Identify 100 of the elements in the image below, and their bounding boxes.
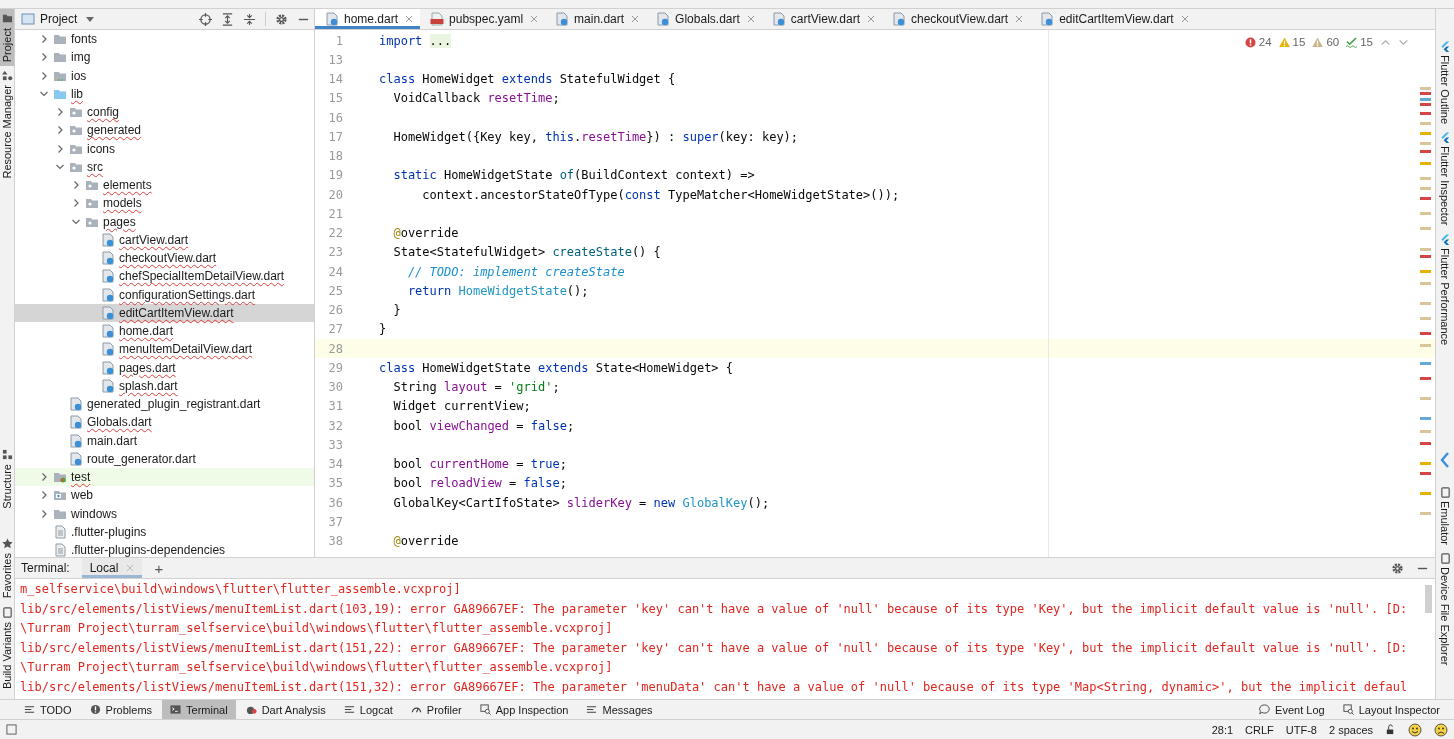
tool-window-button[interactable]: Build Variants bbox=[0, 602, 14, 693]
dart-file-icon bbox=[69, 415, 83, 430]
tree-item[interactable]: test bbox=[15, 468, 314, 487]
tree-item[interactable]: splash.dart bbox=[15, 376, 314, 395]
tool-window-button[interactable]: Resource Manager bbox=[0, 66, 14, 183]
close-icon[interactable] bbox=[746, 15, 755, 23]
frown-icon[interactable] bbox=[1434, 722, 1448, 737]
project-view-selector[interactable]: Project bbox=[21, 12, 95, 26]
close-icon[interactable] bbox=[405, 15, 414, 23]
tree-item[interactable]: .flutter-plugins bbox=[15, 522, 314, 541]
tool-window-tab[interactable]: App Inspection bbox=[471, 700, 577, 719]
settings-icon[interactable] bbox=[1391, 561, 1404, 575]
tool-window-button[interactable]: Emulator bbox=[1439, 482, 1451, 549]
editor-tab[interactable]: pubspec.yaml bbox=[420, 9, 546, 29]
tool-window-button[interactable]: Flutter Inspector bbox=[1439, 128, 1451, 230]
chevron-right-icon[interactable] bbox=[39, 490, 49, 501]
tree-item[interactable]: cartView.dart bbox=[15, 230, 314, 249]
chevron-right-icon[interactable] bbox=[71, 180, 81, 191]
close-icon[interactable] bbox=[866, 15, 875, 23]
tree-item[interactable]: home.dart bbox=[15, 322, 314, 341]
caret-icon[interactable] bbox=[86, 16, 95, 22]
locate-icon[interactable] bbox=[199, 12, 212, 26]
chevron-right-icon[interactable] bbox=[39, 52, 49, 63]
collapse-all-icon[interactable] bbox=[243, 12, 256, 26]
typo-icon bbox=[1346, 36, 1358, 48]
smiley-icon[interactable] bbox=[1408, 722, 1422, 737]
tree-item[interactable]: main.dart bbox=[15, 431, 314, 450]
tree-item[interactable]: configurationSettings.dart bbox=[15, 285, 314, 304]
chevron-right-icon[interactable] bbox=[39, 508, 49, 519]
tree-item[interactable]: img bbox=[15, 48, 314, 67]
inspection-count[interactable]: 24 bbox=[1244, 36, 1272, 48]
tree-item[interactable]: route_generator.dart bbox=[15, 449, 314, 468]
tool-window-button[interactable]: Device File Explorer bbox=[1439, 548, 1451, 670]
session-tab[interactable]: Local bbox=[81, 558, 143, 578]
settings-icon[interactable] bbox=[275, 12, 288, 26]
tool-window-tab[interactable]: Dart Analysis bbox=[237, 700, 334, 719]
tree-item[interactable]: .flutter-plugins-dependencies bbox=[15, 541, 314, 557]
editor-tab[interactable]: home.dart bbox=[315, 9, 421, 29]
tool-window-tab[interactable]: TODO bbox=[16, 700, 80, 719]
chevron-right-icon[interactable] bbox=[55, 107, 65, 118]
close-icon[interactable] bbox=[530, 15, 539, 23]
expand-all-icon[interactable] bbox=[221, 12, 234, 26]
status-item[interactable]: 2 spaces bbox=[1328, 723, 1373, 736]
tool-window-button[interactable]: Structure bbox=[0, 444, 14, 513]
chevron-right-icon[interactable] bbox=[39, 472, 49, 483]
editor-tab[interactable]: editCartItemView.dart bbox=[1030, 9, 1196, 29]
editor-tab[interactable]: Globals.dart bbox=[646, 9, 762, 29]
chevron-right-icon[interactable] bbox=[55, 125, 65, 136]
tool-window-tab[interactable]: Profiler bbox=[402, 700, 470, 719]
chevron-right-icon[interactable] bbox=[55, 143, 65, 154]
inspection-count[interactable]: 60 bbox=[1312, 36, 1340, 48]
tree-item[interactable]: generated bbox=[15, 121, 314, 140]
status-item[interactable]: UTF-8 bbox=[1285, 723, 1317, 736]
scrollbar-thumb[interactable] bbox=[1425, 585, 1432, 613]
tree-item[interactable]: src bbox=[15, 157, 314, 176]
status-item[interactable]: CRLF bbox=[1245, 723, 1274, 736]
line-number: 13 bbox=[327, 52, 343, 67]
tool-window-tab[interactable]: Event Log bbox=[1251, 700, 1333, 719]
tree-item[interactable]: elements bbox=[15, 176, 314, 195]
tree-item[interactable]: web bbox=[15, 486, 314, 505]
tree-item[interactable]: pages.dart bbox=[15, 358, 314, 377]
close-icon[interactable] bbox=[1180, 15, 1189, 23]
chevron-right-icon[interactable] bbox=[39, 70, 49, 81]
tree-item[interactable]: models bbox=[15, 194, 314, 213]
tool-window-button[interactable]: Project bbox=[0, 9, 14, 67]
tool-window-tab[interactable]: Layout Inspector bbox=[1334, 700, 1448, 719]
tree-item[interactable]: Globals.dart bbox=[15, 413, 314, 432]
tree-item[interactable]: editCartItemView.dart bbox=[15, 303, 314, 322]
tree-item[interactable]: chefSpecialItemDetailView.dart bbox=[15, 267, 314, 286]
tool-window-button[interactable]: Flutter Performance bbox=[1439, 229, 1451, 349]
line-number: 20 bbox=[327, 187, 343, 202]
tree-item[interactable]: windows bbox=[15, 504, 314, 523]
inspection-count[interactable]: 15 bbox=[1346, 36, 1373, 48]
panel-toggle-icon[interactable] bbox=[6, 724, 17, 735]
editor-tab[interactable]: checkoutView.dart bbox=[881, 9, 1031, 29]
tree-item[interactable]: fonts bbox=[15, 30, 314, 49]
tree-item[interactable]: config bbox=[15, 103, 314, 122]
status-item[interactable]: 28:1 bbox=[1211, 723, 1234, 736]
tool-window-button[interactable]: Favorites bbox=[0, 534, 14, 603]
chevron-right-icon[interactable] bbox=[71, 198, 81, 209]
tree-item[interactable]: lib bbox=[15, 84, 314, 103]
close-icon[interactable] bbox=[1015, 15, 1024, 23]
tree-item[interactable]: menuItemDetailView.dart bbox=[15, 340, 314, 359]
editor-tab[interactable]: main.dart bbox=[545, 9, 647, 29]
tool-window-tab[interactable]: Terminal bbox=[162, 700, 236, 719]
tool-window-tab[interactable]: Problems bbox=[81, 700, 161, 719]
tree-item[interactable]: pages bbox=[15, 212, 314, 231]
tree-item[interactable]: icons bbox=[15, 139, 314, 158]
tool-window-tab[interactable]: Logcat bbox=[335, 700, 401, 719]
tree-item[interactable]: checkoutView.dart bbox=[15, 249, 314, 268]
tool-window-tab[interactable]: Messages bbox=[578, 700, 661, 719]
tool-window-button[interactable]: Flutter Outline bbox=[1439, 37, 1451, 129]
inspection-count[interactable]: 15 bbox=[1278, 36, 1306, 48]
tree-item[interactable]: ios bbox=[15, 66, 314, 85]
lock-icon[interactable] bbox=[1385, 724, 1396, 735]
chevron-right-icon[interactable] bbox=[39, 34, 49, 45]
tree-item[interactable]: generated_plugin_registrant.dart bbox=[15, 395, 314, 414]
close-icon[interactable] bbox=[631, 15, 640, 23]
editor-tab[interactable]: cartView.dart bbox=[761, 9, 882, 29]
new-tab-button[interactable]: + bbox=[154, 559, 164, 577]
